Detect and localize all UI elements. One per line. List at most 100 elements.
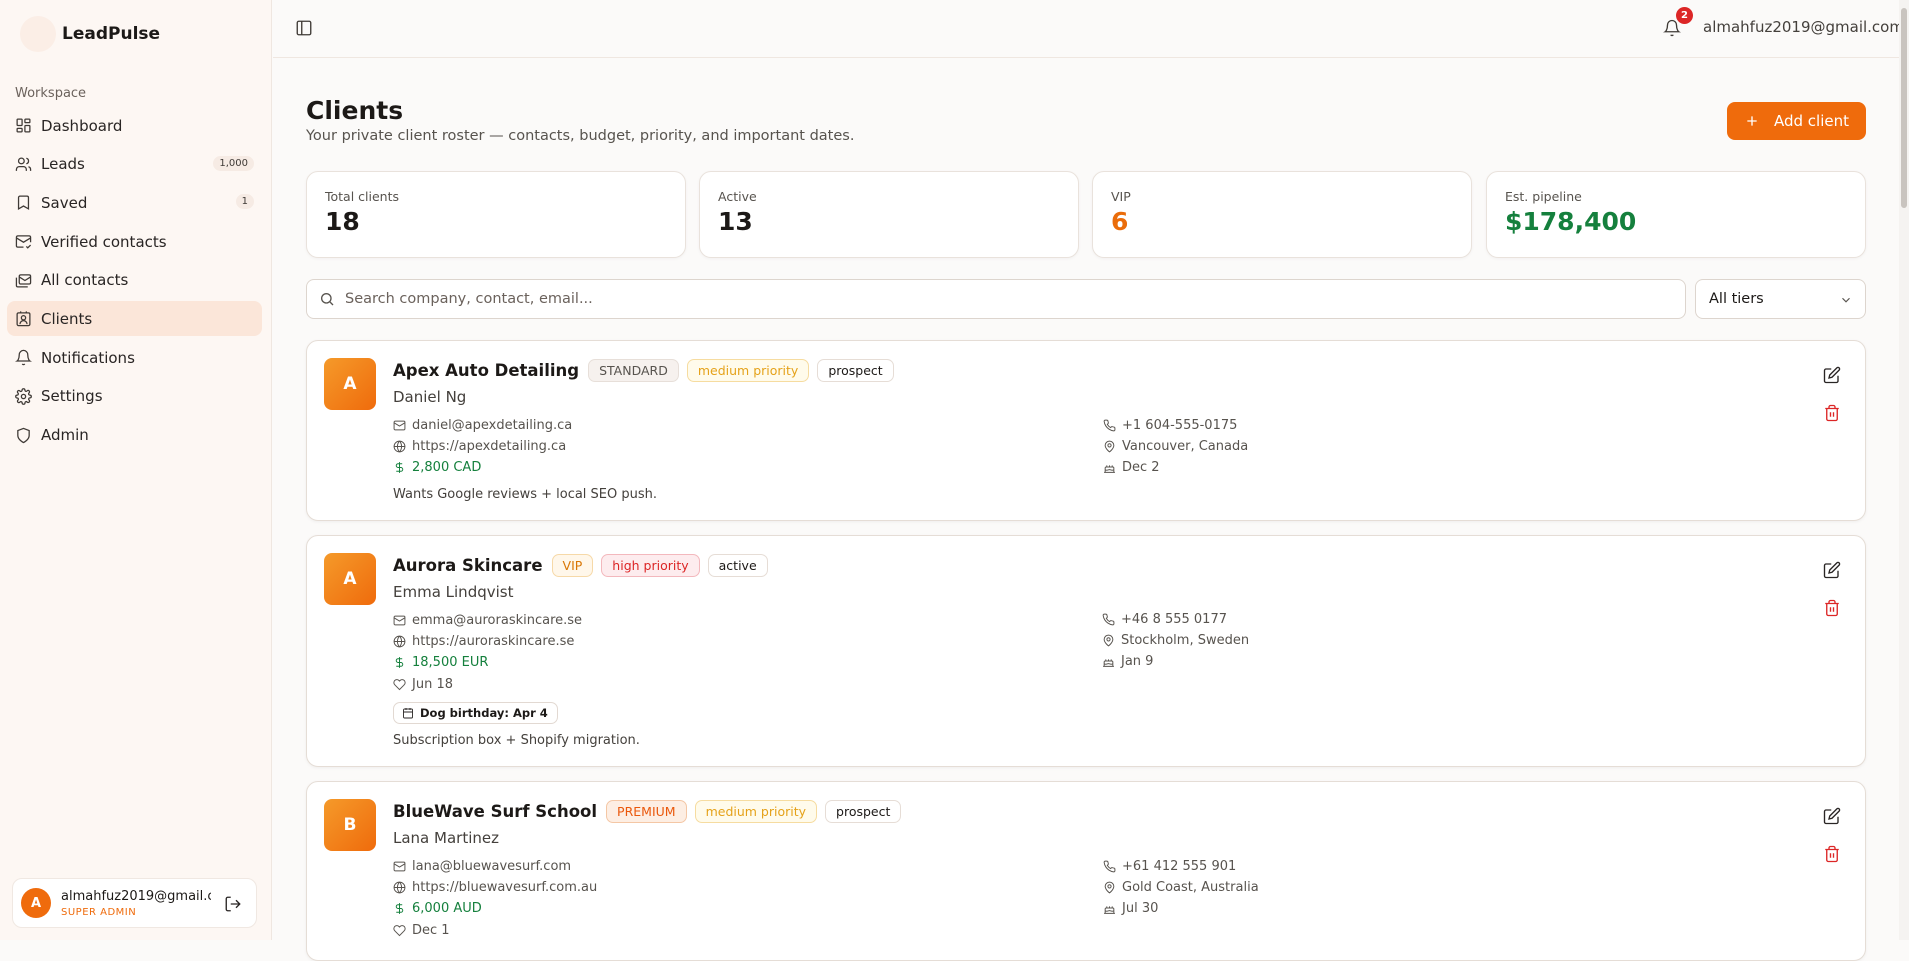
saved-count-badge: 1 — [235, 194, 254, 210]
scrollbar[interactable] — [1899, 0, 1909, 940]
client-avatar: A — [324, 358, 376, 410]
client-avatar: B — [324, 799, 376, 851]
client-website[interactable]: https://apexdetailing.ca — [393, 439, 566, 454]
stat-label: VIP — [1111, 189, 1131, 204]
sidebar-item-admin[interactable]: Admin — [7, 418, 262, 453]
account-email[interactable]: almahfuz2019@gmail.com — [1703, 18, 1904, 36]
client-website[interactable]: https://auroraskincare.se — [393, 634, 574, 649]
tier-badge: PREMIUM — [606, 800, 687, 823]
brand[interactable]: LeadPulse — [20, 14, 160, 54]
sidebar-item-label: Admin — [41, 426, 89, 444]
client-avatar: A — [324, 553, 376, 605]
sidebar: LeadPulse Workspace Dashboard Leads 1,00… — [0, 0, 272, 940]
sidebar-item-label: Clients — [41, 309, 93, 328]
client-website-text: https://bluewavesurf.com.au — [412, 880, 598, 895]
status-badge: prospect — [825, 800, 902, 823]
client-email-text: lana@bluewavesurf.com — [412, 859, 572, 874]
client-birthday: Dec 2 — [1103, 460, 1160, 475]
map-pin-icon — [1104, 440, 1115, 453]
sidebar-item-leads[interactable]: Leads 1,000 — [7, 147, 262, 182]
client-email[interactable]: lana@bluewavesurf.com — [393, 859, 571, 874]
scroll-thumb[interactable] — [1901, 8, 1907, 208]
dollar-icon — [395, 903, 404, 914]
stat-vip: VIP 6 — [1092, 171, 1472, 258]
client-anniversary: Jun 18 — [393, 677, 453, 692]
client-anniversary: Dec 1 — [393, 923, 450, 938]
client-card[interactable]: B BlueWave Surf School PREMIUM medium pr… — [306, 781, 1866, 961]
user-role: SUPER ADMIN — [61, 906, 137, 918]
globe-icon — [393, 440, 406, 453]
bookmark-icon — [17, 195, 30, 211]
client-anniversary-text: Dec 1 — [412, 923, 450, 938]
sidebar-item-dashboard[interactable]: Dashboard — [7, 108, 262, 143]
logout-icon[interactable] — [224, 895, 242, 913]
trash-icon[interactable] — [1823, 404, 1841, 422]
contact-icon — [16, 311, 31, 327]
client-budget: 6,000 AUD — [393, 901, 482, 916]
search-icon — [321, 293, 334, 306]
gear-icon — [15, 387, 32, 405]
stat-value: 13 — [718, 207, 753, 236]
add-client-label: Add client — [1773, 112, 1849, 130]
page-subtitle: Your private client roster — contacts, b… — [306, 128, 855, 144]
sidebar-toggle-icon[interactable] — [295, 19, 313, 37]
notification-count-badge: 2 — [1676, 7, 1693, 24]
client-email-text: emma@auroraskincare.se — [412, 613, 583, 628]
client-location: Gold Coast, Australia — [1103, 880, 1259, 895]
edit-icon[interactable] — [1823, 807, 1841, 825]
tier-filter-select[interactable]: All tiers — [1695, 279, 1866, 319]
plus-icon — [1747, 116, 1757, 126]
stat-total-clients: Total clients 18 — [306, 171, 686, 258]
client-phone[interactable]: +1 604-555-0175 — [1103, 418, 1237, 433]
phone-icon — [1103, 860, 1116, 873]
sidebar-item-label: Saved — [41, 193, 88, 212]
search-box — [306, 279, 1686, 319]
client-company: Aurora Skincare — [393, 556, 543, 575]
globe-icon — [393, 881, 406, 894]
sidebar-item-settings[interactable]: Settings — [7, 379, 262, 414]
client-anniversary-text: Jun 18 — [412, 677, 453, 692]
client-budget: 18,500 EUR — [393, 655, 488, 670]
avatar: A — [21, 888, 51, 918]
client-website-text: https://apexdetailing.ca — [412, 439, 567, 454]
client-card[interactable]: A Aurora Skincare VIP high priority acti… — [306, 535, 1866, 767]
stat-value: $178,400 — [1505, 207, 1637, 236]
mail-icon — [393, 615, 406, 626]
status-badge: prospect — [817, 359, 894, 382]
sidebar-item-verified-contacts[interactable]: Verified contacts — [7, 224, 262, 259]
mails-icon — [15, 273, 32, 288]
client-budget-text: 18,500 EUR — [412, 655, 489, 670]
client-phone[interactable]: +46 8 555 0177 — [1102, 612, 1227, 627]
sidebar-item-notifications[interactable]: Notifications — [7, 340, 262, 375]
client-website-text: https://auroraskincare.se — [412, 634, 575, 649]
bell-icon — [15, 349, 32, 366]
client-email[interactable]: emma@auroraskincare.se — [393, 613, 582, 628]
sidebar-item-saved[interactable]: Saved 1 — [7, 185, 262, 220]
client-birthday-text: Dec 2 — [1122, 460, 1160, 475]
stat-value: 6 — [1111, 207, 1129, 236]
client-card[interactable]: A Apex Auto Detailing STANDARD medium pr… — [306, 340, 1866, 521]
client-location: Vancouver, Canada — [1103, 439, 1248, 454]
sidebar-item-label: Notifications — [41, 348, 135, 367]
sidebar-item-clients[interactable]: Clients — [7, 301, 262, 337]
client-birthday-text: Jul 30 — [1122, 901, 1159, 916]
sidebar-item-all-contacts[interactable]: All contacts — [7, 263, 262, 298]
calendar-icon — [403, 708, 413, 719]
sidebar-item-label: Settings — [41, 387, 103, 406]
stat-pipeline: Est. pipeline $178,400 — [1486, 171, 1866, 258]
leads-count-badge: 1,000 — [213, 155, 254, 171]
client-company: BlueWave Surf School — [393, 802, 598, 821]
users-icon — [15, 157, 32, 171]
client-website[interactable]: https://bluewavesurf.com.au — [393, 880, 597, 895]
mail-icon — [393, 420, 406, 431]
edit-icon[interactable] — [1823, 366, 1841, 384]
edit-icon[interactable] — [1823, 561, 1841, 579]
search-input[interactable] — [345, 291, 1645, 307]
important-date-chip: Dog birthday: Apr 4 — [393, 702, 558, 724]
client-budget-text: 6,000 AUD — [412, 901, 482, 916]
add-client-button[interactable]: Add client — [1727, 102, 1866, 140]
client-phone[interactable]: +61 412 555 901 — [1103, 859, 1236, 874]
client-email[interactable]: daniel@apexdetailing.ca — [393, 418, 572, 433]
trash-icon[interactable] — [1823, 845, 1841, 863]
trash-icon[interactable] — [1823, 599, 1841, 617]
